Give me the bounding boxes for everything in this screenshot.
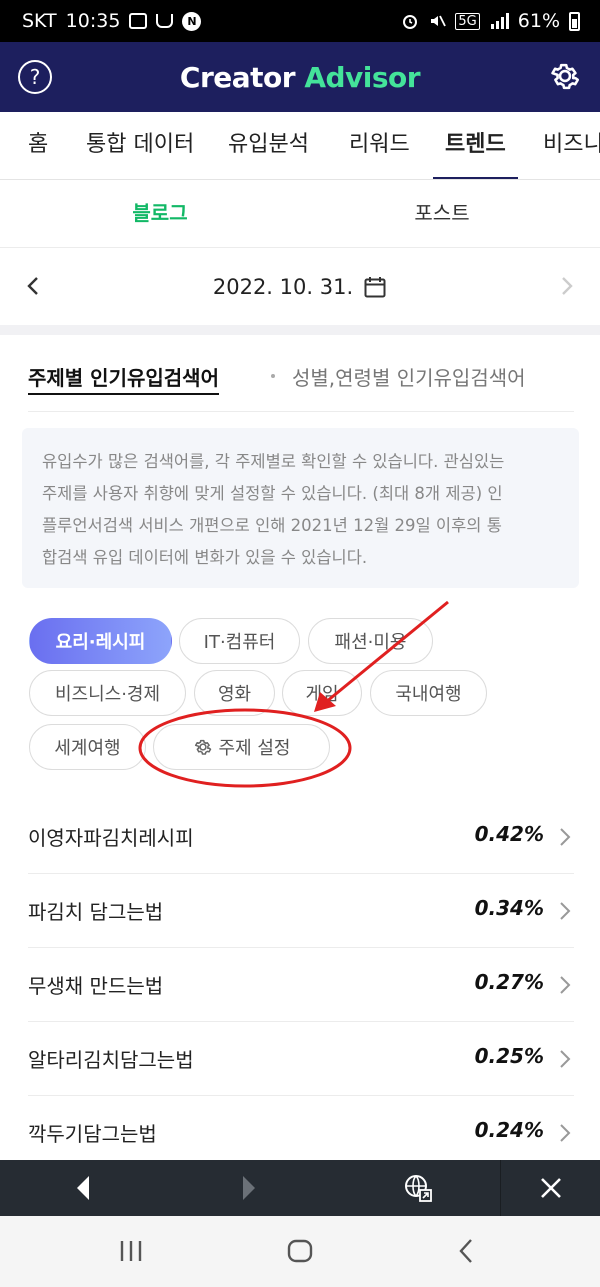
calendar-icon[interactable]	[363, 275, 387, 299]
chip-world-travel[interactable]: 세계여행	[29, 724, 146, 770]
chevron-right-icon	[560, 902, 571, 920]
coffee-icon	[156, 14, 174, 28]
keyword-list: 이영자파김치레시피 0.42% 파김치 담그는법 0.34% 무생채 만드는법 …	[28, 800, 574, 1170]
clock: 10:35	[65, 10, 121, 32]
forward-triangle-icon	[243, 1176, 255, 1200]
info-text-line: 주제를 사용자 취향에 맞게 설정할 수 있습니다. (최대 8개 제공) 인	[42, 484, 503, 503]
carrier-label: SKT	[22, 10, 57, 32]
browser-back-button[interactable]	[55, 1160, 111, 1216]
keyword-share: 0.34%	[474, 896, 544, 920]
recent-apps-icon[interactable]	[118, 1236, 144, 1266]
topic-settings-button[interactable]: 주제 설정	[153, 724, 330, 770]
battery-icon	[569, 11, 580, 31]
browser-forward-button[interactable]	[221, 1160, 277, 1216]
keyword-row[interactable]: 파김치 담그는법 0.34%	[28, 874, 574, 948]
section-tabs: 주제별 인기유입검색어 성별,연령별 인기유입검색어	[28, 348, 574, 412]
topic-settings-label: 주제 설정	[218, 738, 291, 759]
signal-icon	[490, 13, 509, 29]
app-title-part1: Creator	[179, 60, 296, 94]
keyword-text: 무생채 만드는법	[28, 974, 164, 998]
tab-topic-keywords[interactable]: 주제별 인기유입검색어	[28, 362, 219, 395]
chevron-right-icon	[560, 1050, 571, 1068]
section-divider	[0, 325, 600, 335]
chip-domestic-travel[interactable]: 국내여행	[370, 670, 487, 716]
app-title: Creator Advisor	[179, 60, 421, 94]
tab-trend[interactable]: 트렌드	[433, 112, 518, 179]
info-box: 유입수가 많은 검색어를, 각 주제별로 확인할 수 있습니다. 관심있는 주제…	[22, 428, 579, 588]
status-right: 5G 61%	[401, 10, 580, 32]
info-text-line: 플루언서검색 서비스 개편으로 인해 2021년 12월 29일 이후의 통	[42, 516, 502, 535]
chip-it-computer[interactable]: IT·컴퓨터	[179, 618, 300, 664]
current-date: 2022. 10. 31.	[212, 274, 354, 299]
prev-date-chevron-icon[interactable]	[22, 274, 46, 298]
keyword-text: 알타리김치담그는법	[28, 1048, 194, 1072]
subtab-blog[interactable]: 블로그	[10, 180, 310, 248]
keyword-share: 0.42%	[474, 822, 544, 846]
battery-percent: 61%	[517, 10, 560, 32]
tab-home[interactable]: 홈	[28, 112, 48, 179]
keyword-text: 깍두기담그는법	[28, 1122, 157, 1146]
back-triangle-icon	[77, 1176, 89, 1200]
naver-icon: N	[182, 11, 202, 31]
mute-icon	[431, 15, 447, 27]
info-text-line: 합검색 유입 데이터에 변화가 있을 수 있습니다.	[42, 548, 368, 567]
info-text-line: 유입수가 많은 검색어를, 각 주제별로 확인할 수 있습니다. 관심있는	[42, 452, 505, 471]
keyword-row[interactable]: 이영자파김치레시피 0.42%	[28, 800, 574, 874]
separator-dot	[271, 374, 275, 378]
chip-game[interactable]: 게임	[282, 670, 362, 716]
next-date-chevron-icon[interactable]	[554, 274, 578, 298]
date-selector: 2022. 10. 31.	[0, 248, 600, 325]
chevron-right-icon	[560, 1124, 571, 1142]
system-nav-bar	[0, 1216, 600, 1287]
tab-gender-age-keywords[interactable]: 성별,연령별 인기유입검색어	[292, 362, 526, 391]
chip-cooking-recipe[interactable]: 요리·레시피	[29, 618, 172, 664]
gallery-icon	[129, 13, 148, 29]
keyword-row[interactable]: 깍두기담그는법 0.24%	[28, 1096, 574, 1170]
sub-tabs: 블로그 포스트	[0, 180, 600, 248]
app-title-part2: Advisor	[304, 60, 421, 94]
chevron-right-icon	[560, 828, 571, 846]
status-left: SKT 10:35 N	[22, 10, 202, 32]
keyword-row[interactable]: 알타리김치담그는법 0.25%	[28, 1022, 574, 1096]
close-icon	[540, 1178, 561, 1198]
browser-toolbar	[0, 1160, 600, 1216]
chip-movie[interactable]: 영화	[194, 670, 275, 716]
chip-business-economy[interactable]: 비즈니스·경제	[29, 670, 186, 716]
home-icon[interactable]	[285, 1236, 315, 1266]
settings-gear-icon[interactable]	[548, 59, 582, 93]
tab-business[interactable]: 비즈니스	[543, 112, 600, 179]
keyword-share: 0.24%	[474, 1118, 544, 1142]
app-header: ? Creator Advisor	[0, 42, 600, 112]
close-browser-button[interactable]	[500, 1160, 600, 1216]
status-bar: SKT 10:35 N 5G 61%	[0, 0, 600, 42]
chip-fashion-beauty[interactable]: 패션·미용	[308, 618, 433, 664]
network-type: 5G	[455, 12, 480, 30]
keyword-share: 0.27%	[474, 970, 544, 994]
tab-inflow-analysis[interactable]: 유입분석	[228, 112, 309, 179]
help-icon[interactable]: ?	[18, 60, 52, 94]
chevron-right-icon	[560, 976, 571, 994]
subtab-post[interactable]: 포스트	[292, 180, 592, 248]
globe-icon	[405, 1175, 432, 1202]
system-back-icon[interactable]	[456, 1236, 476, 1266]
tab-reward[interactable]: 리워드	[349, 112, 410, 179]
keyword-text: 이영자파김치레시피	[28, 826, 194, 850]
tab-integrated-data[interactable]: 통합 데이터	[86, 112, 194, 179]
keyword-share: 0.25%	[474, 1044, 544, 1068]
keyword-text: 파김치 담그는법	[28, 900, 164, 924]
keyword-row[interactable]: 무생채 만드는법 0.27%	[28, 948, 574, 1022]
main-tabs: 홈 통합 데이터 유입분석 리워드 트렌드 비즈니스	[0, 112, 600, 180]
alarm-icon	[403, 15, 418, 29]
open-in-browser-button[interactable]	[390, 1160, 446, 1216]
gear-icon	[194, 739, 211, 755]
